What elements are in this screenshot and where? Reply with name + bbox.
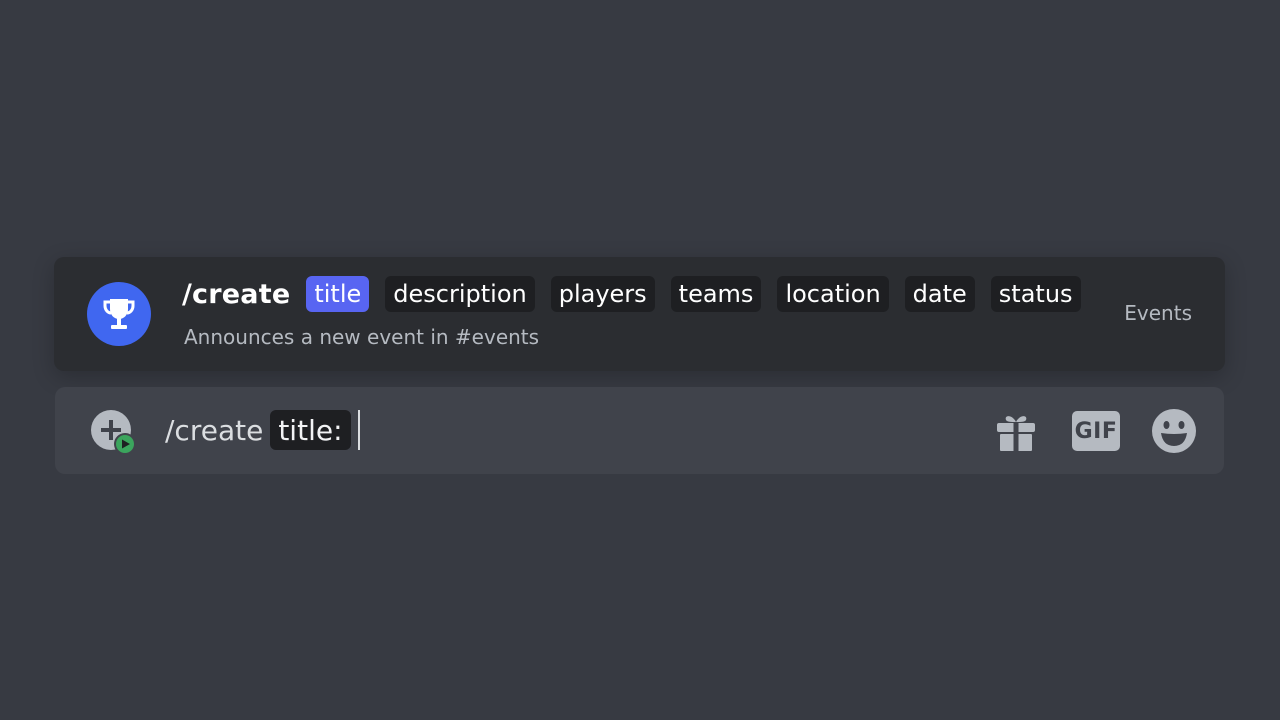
option-chip-description[interactable]: description [385, 276, 535, 312]
gift-icon [997, 416, 1035, 451]
command-row: /create title description players teams … [182, 276, 1097, 312]
smile-emoji-icon [1152, 409, 1196, 453]
app-stage: /create title description players teams … [0, 0, 1280, 720]
typed-command: /create [165, 413, 264, 447]
app-name: Events [1124, 301, 1192, 325]
trophy-icon [103, 299, 135, 329]
active-option-chip[interactable]: title: [270, 410, 351, 450]
gif-button[interactable]: GIF [1072, 407, 1120, 455]
app-avatar [87, 282, 151, 346]
text-caret [357, 410, 360, 450]
option-chip-players[interactable]: players [550, 276, 655, 312]
option-chip-location[interactable]: location [777, 276, 889, 312]
gift-button[interactable] [992, 407, 1040, 455]
option-chip-title[interactable]: title [306, 276, 370, 312]
command-description: Announces a new event in #events [184, 325, 540, 349]
option-chip-date[interactable]: date [904, 276, 975, 312]
command-suggestion[interactable]: /create title description players teams … [54, 257, 1225, 371]
message-input[interactable]: /create title: [165, 409, 360, 451]
option-chip-teams[interactable]: teams [670, 276, 762, 312]
option-chip-status[interactable]: status [990, 276, 1081, 312]
attach-button[interactable] [91, 410, 136, 455]
command-name: /create [182, 278, 291, 310]
message-composer: /create title: GIF [55, 387, 1224, 474]
gif-icon: GIF [1072, 411, 1120, 451]
add-circle-icon [91, 410, 136, 455]
emoji-button[interactable] [1150, 407, 1198, 455]
